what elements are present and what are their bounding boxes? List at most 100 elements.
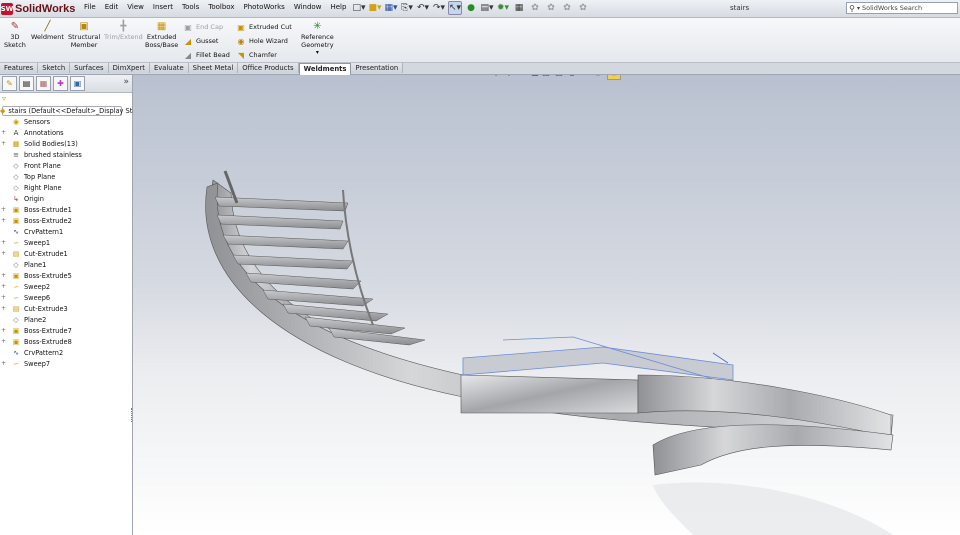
- zoom-to-fit-icon[interactable]: ⚲: [490, 75, 502, 78]
- expand-toggle-icon[interactable]: +: [0, 239, 7, 246]
- tab-evaluate[interactable]: Evaluate: [149, 63, 189, 73]
- display-manager-tab-icon[interactable]: ▣: [70, 76, 85, 91]
- expand-toggle-icon[interactable]: +: [0, 305, 7, 312]
- select-icon[interactable]: ↖▾: [448, 1, 462, 15]
- tree-item[interactable]: + ∽ Sweep2: [0, 281, 132, 292]
- end-cap-button[interactable]: ▣ End Cap: [183, 21, 223, 33]
- tree-item[interactable]: ≡ brushed stainless: [0, 149, 132, 160]
- tree-item[interactable]: + ▤ Cut-Extrude1: [0, 248, 132, 259]
- previous-view-icon[interactable]: ↻: [516, 75, 528, 78]
- tree-item[interactable]: + A Annotations: [0, 127, 132, 138]
- options-icon[interactable]: ✹▾: [496, 1, 510, 15]
- apply-scene-icon[interactable]: ●▾: [594, 75, 606, 78]
- tree-item[interactable]: ◇ Plane1: [0, 259, 132, 270]
- tab-weldments[interactable]: Weldments: [298, 63, 352, 75]
- tree-item[interactable]: + ▣ Boss-Extrude7: [0, 325, 132, 336]
- dimxpert-manager-tab-icon[interactable]: ✚: [53, 76, 68, 91]
- tree-item[interactable]: ◇ Right Plane: [0, 182, 132, 193]
- menu-view[interactable]: View: [127, 3, 144, 11]
- menu-file[interactable]: File: [84, 3, 96, 11]
- expand-toggle-icon[interactable]: +: [0, 129, 7, 136]
- hide-show-icon[interactable]: ○▾: [568, 75, 580, 78]
- edit-appearance-icon[interactable]: ✿▾: [581, 75, 593, 78]
- section-view-icon[interactable]: ▦: [529, 75, 541, 78]
- tree-item[interactable]: + ▣ Boss-Extrude2: [0, 215, 132, 226]
- tree-item[interactable]: + ▣ Boss-Extrude8: [0, 336, 132, 347]
- weldment-button[interactable]: ╱ Weldment: [31, 21, 64, 42]
- tree-item[interactable]: ◆ stairs (Default<<Default>_Display Stat: [0, 105, 139, 116]
- tree-item[interactable]: + ∽ Sweep6: [0, 292, 132, 303]
- tree-item[interactable]: + ∽ Sweep7: [0, 358, 132, 369]
- tree-item[interactable]: + ▤ Cut-Extrude3: [0, 303, 132, 314]
- tree-item[interactable]: ∿ CrvPattern1: [0, 226, 132, 237]
- rebuild-icon[interactable]: ●: [464, 1, 478, 15]
- expand-toggle-icon[interactable]: +: [0, 217, 7, 224]
- expand-toggle-icon[interactable]: +: [0, 250, 7, 257]
- tab-presentation[interactable]: Presentation: [351, 63, 404, 73]
- expand-toggle-icon[interactable]: +: [0, 360, 7, 367]
- tree-item[interactable]: ◇ Front Plane: [0, 160, 132, 171]
- solidworks-logo[interactable]: SW SolidWorks: [1, 1, 75, 16]
- tree-item[interactable]: + ▦ Solid Bodies(13): [0, 138, 132, 149]
- view-icon-1[interactable]: ✿: [528, 1, 542, 15]
- grid-icon[interactable]: ▦: [512, 1, 526, 15]
- extruded-cut-button[interactable]: ▣ Extruded Cut: [236, 21, 292, 33]
- 3d-sketch-button[interactable]: ✎ 3D Sketch: [4, 21, 26, 49]
- expand-toggle-icon[interactable]: +: [0, 327, 7, 334]
- view-icon-2[interactable]: ✿: [544, 1, 558, 15]
- search-icon[interactable]: ⚲: [847, 4, 857, 13]
- expand-toggle-icon[interactable]: +: [0, 338, 7, 345]
- tree-item[interactable]: ◇ Plane2: [0, 314, 132, 325]
- property-manager-tab-icon[interactable]: ▤: [19, 76, 34, 91]
- expand-toggle-icon[interactable]: +: [0, 294, 7, 301]
- structural-member-button[interactable]: ▣ Structural Member: [68, 21, 100, 49]
- zoom-to-area-icon[interactable]: ⚲: [503, 75, 515, 78]
- menu-toolbox[interactable]: Toolbox: [208, 3, 234, 11]
- display-style-icon[interactable]: □▾: [555, 75, 567, 78]
- gusset-button[interactable]: ◢ Gusset: [183, 35, 219, 47]
- tab-dimxpert[interactable]: DimXpert: [108, 63, 150, 73]
- tab-sketch[interactable]: Sketch: [38, 63, 71, 73]
- dropdown-arrow-icon[interactable]: ▾: [316, 49, 319, 57]
- save-icon[interactable]: ▦▾: [384, 1, 398, 15]
- tree-item[interactable]: ◇ Top Plane: [0, 171, 132, 182]
- tree-item[interactable]: + ▣ Boss-Extrude1: [0, 204, 132, 215]
- hole-wizard-button[interactable]: ◉ Hole Wizard: [236, 35, 288, 47]
- expand-toggle-icon[interactable]: +: [0, 140, 7, 147]
- tree-item[interactable]: + ∽ Sweep1: [0, 237, 132, 248]
- menu-photoworks[interactable]: PhotoWorks: [243, 3, 284, 11]
- print-icon[interactable]: ⎘▾: [400, 1, 414, 15]
- configuration-manager-tab-icon[interactable]: ▦: [36, 76, 51, 91]
- undo-icon[interactable]: ↶▾: [416, 1, 430, 15]
- extruded-boss-button[interactable]: ▦ Extruded Boss/Base: [145, 21, 178, 49]
- tab-surfaces[interactable]: Surfaces: [70, 63, 109, 73]
- tab-sheet-metal[interactable]: Sheet Metal: [188, 63, 239, 73]
- menu-insert[interactable]: Insert: [153, 3, 173, 11]
- menu-window[interactable]: Window: [294, 3, 322, 11]
- view-orientation-icon[interactable]: ▣▾: [542, 75, 554, 78]
- reference-geometry-button[interactable]: ✳ Reference Geometry ▾: [301, 21, 334, 57]
- redo-icon[interactable]: ↷▾: [432, 1, 446, 15]
- open-icon[interactable]: ■▾: [368, 1, 382, 15]
- view-icon-4[interactable]: ✿: [576, 1, 590, 15]
- chevron-right-icon[interactable]: »: [123, 77, 129, 87]
- fillet-bead-button[interactable]: ◢ Fillet Bead: [183, 49, 230, 61]
- tree-item[interactable]: ∿ CrvPattern2: [0, 347, 132, 358]
- tab-features[interactable]: Features: [0, 63, 39, 73]
- expand-toggle-icon[interactable]: +: [0, 272, 7, 279]
- new-document-icon[interactable]: □▾: [352, 1, 366, 15]
- menu-edit[interactable]: Edit: [105, 3, 119, 11]
- tree-item[interactable]: ↳ Origin: [0, 193, 132, 204]
- tab-office-products[interactable]: Office Products: [238, 63, 299, 73]
- menu-help[interactable]: Help: [330, 3, 346, 11]
- chamfer-button[interactable]: ◥ Chamfer: [236, 49, 277, 61]
- trim-extend-button[interactable]: ╋ Trim/Extend: [104, 21, 143, 42]
- graphics-area[interactable]: ⚲ ⚲ ↻ ▦ ▣▾ □▾ ○▾ ✿▾ ●▾ ☀: [133, 75, 960, 535]
- tree-item[interactable]: ◉ Sensors: [0, 116, 132, 127]
- expand-toggle-icon[interactable]: +: [0, 206, 7, 213]
- tree-item[interactable]: + ▣ Boss-Extrude5: [0, 270, 132, 281]
- search-box[interactable]: ⚲ ▾ SolidWorks Search: [846, 2, 958, 14]
- expand-toggle-icon[interactable]: +: [0, 283, 7, 290]
- view-settings-icon[interactable]: ☀: [607, 75, 621, 80]
- menu-tools[interactable]: Tools: [182, 3, 199, 11]
